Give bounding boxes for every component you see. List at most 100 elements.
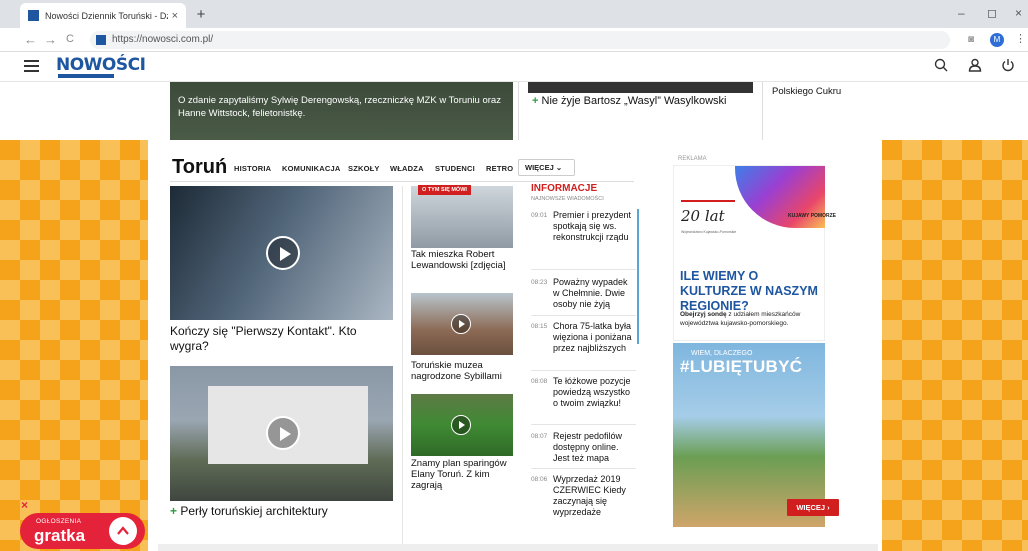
section-underline xyxy=(170,181,634,182)
big-article-caption[interactable]: Kończy się "Pierwszy Kontakt". Kto wygra… xyxy=(170,324,390,354)
forward-icon[interactable]: → xyxy=(44,32,57,47)
nav-historia[interactable]: HISTORIA xyxy=(234,164,271,173)
divider xyxy=(531,370,636,371)
play-icon[interactable] xyxy=(451,314,471,334)
thumb-image[interactable] xyxy=(411,394,513,456)
big-article-image[interactable] xyxy=(170,366,393,501)
news-item[interactable]: 08:15 Chora 75-latka była więziona i poni… xyxy=(531,321,636,354)
news-headline: Premier i prezydent spotkają się ws. rek… xyxy=(553,210,632,242)
news-item[interactable]: 08:06 Wyprzedaż 2019 CZERWIEC Kiedy zaczy… xyxy=(531,474,636,518)
background-ad-left[interactable] xyxy=(0,140,148,551)
divider xyxy=(531,269,636,270)
thumb-caption[interactable]: Tak mieszka Robert Lewandowski [zdjęcia] xyxy=(411,249,515,271)
divider xyxy=(518,81,519,140)
news-time: 08:07 xyxy=(531,433,548,440)
thumb-caption[interactable]: Znamy plan sparingów Elany Toruń. Z kim … xyxy=(411,458,515,491)
ad-anniversary: 20 lat xyxy=(681,207,725,225)
news-headline: Rejestr pedofilów dostępny online. Jest … xyxy=(553,431,623,463)
restore-icon[interactable]: ◻ xyxy=(987,6,997,20)
nav-wladza[interactable]: WŁADZA xyxy=(390,164,424,173)
chevron-up-icon[interactable] xyxy=(109,517,137,545)
camera-icon[interactable] xyxy=(451,415,471,435)
search-icon[interactable] xyxy=(934,58,948,75)
more-dropdown[interactable]: WIĘCEJ ⌄ xyxy=(518,159,575,176)
tab-title: Nowości Dziennik Toruński - Dzie xyxy=(45,10,168,21)
news-headline: Chora 75-latka była więziona i poniżana … xyxy=(553,321,632,353)
nav-szkoly[interactable]: SZKOŁY xyxy=(348,164,380,173)
trending-badge: O TYM SIĘ MÓWI xyxy=(418,185,471,195)
nav-studenci[interactable]: STUDENCI xyxy=(435,164,475,173)
news-headline: Poważny wypadek w Chełmnie. Dwie osoby n… xyxy=(553,277,628,309)
site-logo[interactable]: NOWOŚCI xyxy=(56,55,146,75)
background-ad-right[interactable] xyxy=(882,140,1028,551)
news-feed-title[interactable]: INFORMACJE xyxy=(531,183,597,194)
new-tab-button[interactable]: + xyxy=(192,6,210,24)
browser-tab[interactable]: Nowości Dziennik Toruński - Dzie × xyxy=(20,3,186,28)
minimize-icon[interactable]: – xyxy=(958,6,965,20)
address-bar-row: ← → C https://nowosci.com.pl/ xyxy=(0,28,1028,52)
big-article-caption[interactable]: + Perły toruńskiej architektury xyxy=(170,504,390,519)
thumb-image[interactable] xyxy=(411,293,513,355)
gratka-widget[interactable]: OGŁOSZENIA gratka xyxy=(20,513,145,549)
plus-icon: + xyxy=(170,504,178,518)
news-feed-subtitle: NAJNOWSZE WIADOMOŚCI xyxy=(531,196,604,202)
news-time: 08:08 xyxy=(531,378,548,385)
menu-kebab-icon[interactable]: ⋮ xyxy=(1015,32,1026,45)
news-headline: Te łóżkowe pozycje powiedzą wszystko o t… xyxy=(553,376,631,408)
ad-hashtag-top: WIEM, DLACZEGO xyxy=(691,350,753,357)
url-field[interactable]: https://nowosci.com.pl/ xyxy=(90,31,950,49)
big-article-image[interactable] xyxy=(170,186,393,320)
thumb-image[interactable] xyxy=(411,186,513,248)
gratka-logo: gratka xyxy=(34,526,86,545)
site-header: NOWOŚCI xyxy=(0,52,1028,82)
news-time: 08:15 xyxy=(531,323,548,330)
close-window-icon[interactable]: × xyxy=(1015,6,1022,20)
site-favicon-icon xyxy=(96,35,106,45)
news-item[interactable]: 08:23 Poważny wypadek w Chełmnie. Dwie os… xyxy=(531,277,636,310)
logo-underline xyxy=(58,74,114,78)
favicon-icon xyxy=(28,10,39,21)
divider xyxy=(762,81,763,140)
right-article-headline[interactable]: Polskiego Cukru xyxy=(772,86,841,97)
ad-more-button[interactable]: WIĘCEJ › xyxy=(787,499,839,516)
center-headline-text: Nie żyje Bartosz „Wasyl” Wasylkowski xyxy=(541,95,727,107)
ad-anniversary-sub: Województwo Kujawsko-Pomorskie xyxy=(681,230,737,234)
tab-bar: Nowości Dziennik Toruński - Dzie × + – ◻… xyxy=(0,0,1028,28)
news-time: 09:01 xyxy=(531,212,548,219)
top-article-caption[interactable]: O zdanie zapytaliśmy Sylwię Derengowską,… xyxy=(178,94,508,120)
news-feed-scrollbar[interactable] xyxy=(637,209,639,344)
news-time: 08:23 xyxy=(531,279,548,286)
play-icon[interactable] xyxy=(266,236,300,270)
reload-icon[interactable]: C xyxy=(66,33,74,45)
plus-icon: + xyxy=(532,95,539,107)
ad-body-bold: Obejrzyj sondę xyxy=(680,311,727,318)
divider xyxy=(531,468,636,469)
power-icon[interactable] xyxy=(1001,58,1015,75)
thumb-caption[interactable]: Toruńskie muzea nagrodzone Sybillami xyxy=(411,360,515,382)
ad-headline[interactable]: ILE WIEMY O KULTURZE W NASZYM REGIONIE? xyxy=(680,269,825,314)
section-title[interactable]: Toruń xyxy=(172,156,227,179)
back-icon[interactable]: ← xyxy=(24,32,37,47)
user-icon[interactable] xyxy=(968,58,982,75)
center-article-headline[interactable]: + Nie żyje Bartosz „Wasyl” Wasylkowski xyxy=(532,95,727,107)
ad-label: REKLAMA xyxy=(678,156,707,162)
extension-icon[interactable]: ◙ xyxy=(968,34,974,45)
news-item[interactable]: 08:08 Te łóżkowe pozycje powiedzą wszystk… xyxy=(531,376,636,409)
ad-hashtag: #LUBIĘTUBYĆ xyxy=(680,357,803,376)
nav-komunikacja[interactable]: KOMUNIKACJA xyxy=(282,164,340,173)
center-article-image[interactable] xyxy=(528,81,753,93)
divider xyxy=(531,424,636,425)
news-item[interactable]: 08:07 Rejestr pedofilów dostępny online. … xyxy=(531,431,636,464)
news-time: 08:06 xyxy=(531,476,548,483)
hamburger-menu-icon[interactable] xyxy=(24,60,39,72)
news-item[interactable]: 09:01 Premier i prezydent spotkają się ws… xyxy=(531,210,636,243)
big-caption-text: Perły toruńskiej architektury xyxy=(180,504,328,518)
tab-close-icon[interactable]: × xyxy=(172,10,178,22)
ad-body: Obejrzyj sondę z udziałem mieszkańców wo… xyxy=(680,310,825,328)
news-headline: Wyprzedaż 2019 CZERWIEC Kiedy zaczynają … xyxy=(553,474,626,517)
close-icon[interactable]: × xyxy=(21,498,28,512)
nav-retro[interactable]: RETRO xyxy=(486,164,513,173)
profile-avatar[interactable]: M xyxy=(990,33,1004,47)
ad-accent-line xyxy=(681,200,735,202)
play-icon[interactable] xyxy=(266,416,300,450)
